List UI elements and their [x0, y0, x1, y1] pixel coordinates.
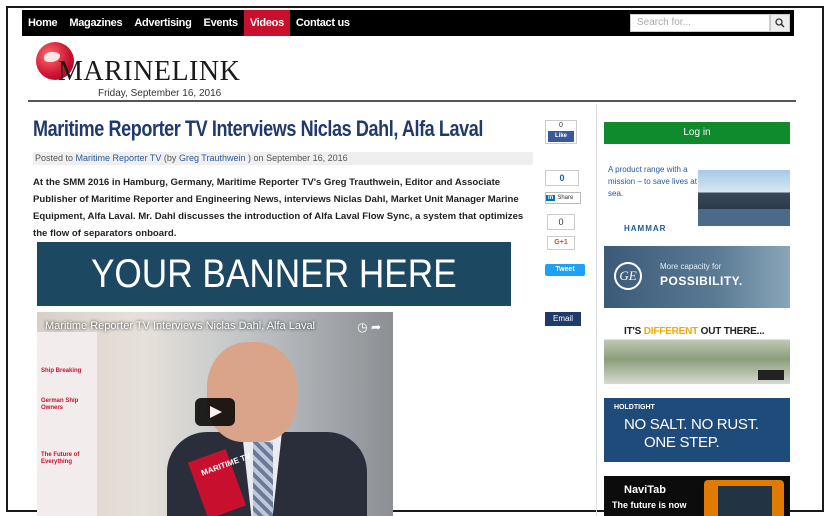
banner-ad[interactable]: YOUR BANNER HERE [37, 242, 511, 306]
linkedin-count: 0 [545, 170, 579, 186]
ad-hammar[interactable]: A product range with a mission – to save… [604, 160, 790, 236]
holdtight-line2: ONE STEP. [644, 434, 720, 451]
video-person-head [207, 342, 297, 442]
byline-close: ) [248, 153, 252, 163]
logo-text: MARINELINK [58, 56, 241, 87]
video-person-tie [253, 442, 273, 516]
google-plus-button[interactable]: G+1 [547, 236, 575, 250]
ship-image [698, 170, 790, 226]
byline-category-link[interactable]: Maritime Reporter TV [76, 153, 162, 163]
login-button[interactable]: Log in [604, 122, 790, 144]
navitab-logo: NaviTab [624, 484, 666, 496]
column-divider [596, 104, 597, 516]
poster-line: The Future of Everything [41, 452, 80, 465]
site-logo[interactable]: MARINELINK Friday, September 16, 2016 [30, 40, 250, 100]
clock-icon[interactable]: ◷ [357, 320, 367, 334]
diff-brand-badge [758, 370, 784, 380]
ge-logo-icon: GE [614, 262, 642, 290]
tablet-image [704, 480, 784, 516]
top-nav-bar: Home Magazines Advertising Events Videos… [22, 10, 794, 36]
ad-holdtight[interactable]: HOLDTIGHT NO SALT. NO RUST. ONE STEP. [604, 398, 790, 462]
diff-pre: IT'S [624, 326, 642, 337]
nav-videos[interactable]: Videos [243, 10, 290, 36]
article-title: Maritime Reporter TV Interviews Niclas D… [33, 116, 483, 141]
tweet-button[interactable]: Tweet [545, 264, 585, 276]
facebook-count: 0 [559, 122, 563, 129]
ge-line2: POSSIBILITY. [660, 274, 743, 288]
byline-on: on [253, 153, 264, 163]
diff-post: OUT THERE... [700, 326, 765, 337]
search-input[interactable]: Search for... [630, 14, 770, 32]
holdtight-logo: HOLDTIGHT [614, 404, 655, 411]
linkedin-icon: in [546, 195, 556, 201]
byline-author-link[interactable]: Greg Trauthwein [179, 153, 246, 163]
article-body: At the SMM 2016 in Hamburg, Germany, Mar… [33, 177, 524, 239]
navitab-tagline: The future is now [612, 500, 687, 510]
banner-text: YOUR BANNER HERE [91, 251, 457, 296]
video-title[interactable]: Maritime Reporter TV Interviews Niclas D… [45, 320, 315, 332]
holdtight-line1: NO SALT. NO RUST. [624, 416, 759, 433]
search-icon [775, 18, 785, 28]
search-button[interactable] [770, 14, 790, 32]
nav-advertising[interactable]: Advertising [128, 10, 197, 36]
poster-line: German Ship Owners [41, 398, 79, 411]
video-background-poster: Ship Breaking German Ship Owners The Fut… [37, 332, 97, 516]
hammar-tagline: A product range with a mission – to save… [608, 165, 697, 198]
nav-contact[interactable]: Contact us [290, 10, 356, 36]
diff-em: DIFFERENT [643, 326, 699, 337]
linkedin-share-button[interactable]: in Share [545, 192, 581, 204]
poster-line: Ship Breaking [41, 368, 82, 374]
header-date: Friday, September 16, 2016 [98, 88, 222, 99]
diff-headline: IT'S DIFFERENT OUT THERE... [624, 326, 765, 337]
share-icon[interactable]: ➦ [371, 320, 381, 334]
byline-prefix: Posted to [35, 153, 74, 163]
ge-line1: More capacity for [660, 262, 722, 271]
video-controls: ◷ ➦ [357, 320, 381, 334]
linkedin-share-label: Share [557, 195, 574, 201]
ad-ge[interactable]: GE More capacity for POSSIBILITY. [604, 246, 790, 308]
nav-magazines[interactable]: Magazines [63, 10, 128, 36]
nav-home[interactable]: Home [22, 10, 63, 36]
byline-by: (by [163, 153, 177, 163]
facebook-like-widget[interactable]: 0 Like [545, 120, 577, 144]
header-divider [28, 100, 796, 102]
google-plus-count: 0 [547, 214, 575, 230]
play-button[interactable] [195, 398, 235, 426]
email-button[interactable]: Email [545, 312, 581, 326]
hammar-logo: HAMMAR [624, 224, 667, 233]
facebook-like-button[interactable]: Like [548, 131, 574, 142]
article-byline: Posted to Maritime Reporter TV (by Greg … [33, 152, 533, 165]
byline-date: September 16, 2016 [266, 153, 348, 163]
nav-events[interactable]: Events [198, 10, 244, 36]
ad-navitab[interactable]: NaviTab The future is now [604, 476, 790, 516]
ad-different-out-there[interactable]: IT'S DIFFERENT OUT THERE... [604, 322, 790, 384]
video-player[interactable]: Ship Breaking German Ship Owners The Fut… [37, 312, 393, 516]
